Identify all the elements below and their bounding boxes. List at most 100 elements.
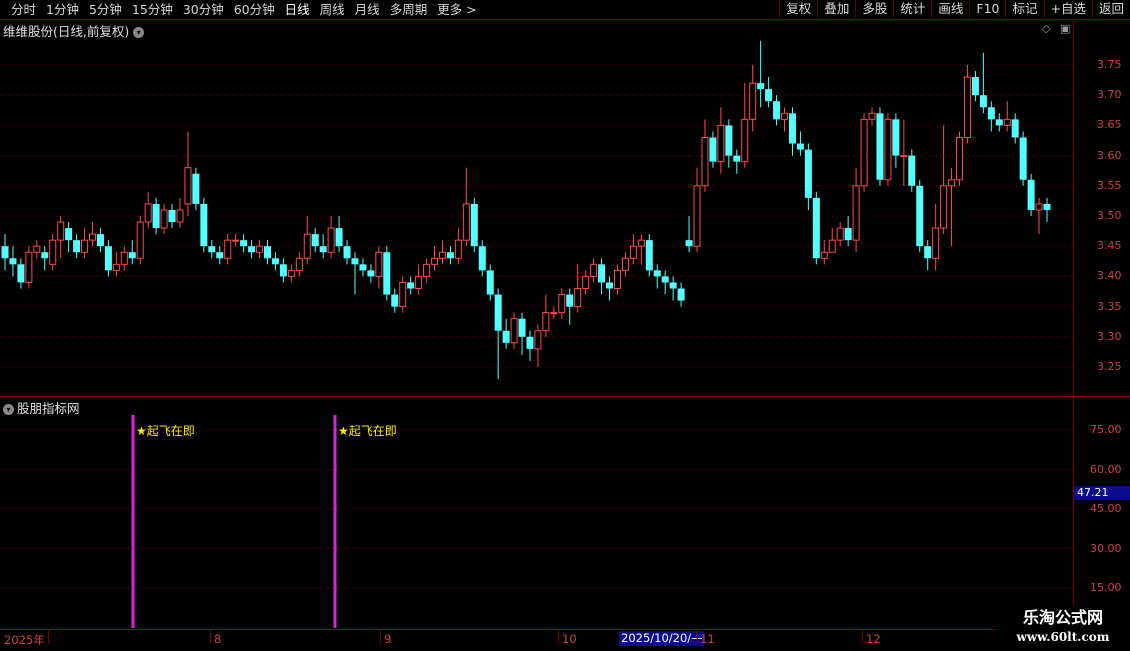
price-tick-label: 3.25 [1097,360,1122,373]
candle-body [963,76,971,138]
candle-body [613,269,621,289]
date-tick [862,630,863,644]
candle-body [25,251,33,283]
candle-body [279,264,287,277]
candle-body [693,185,701,247]
price-tick-label: 3.65 [1097,118,1122,132]
candle-body [932,227,940,259]
indicator-tick-label: 30.00 [1090,541,1122,555]
candle-body [900,155,908,158]
candle-body [820,251,828,259]
price-tick-label: 3.40 [1097,269,1122,283]
candle-body [876,113,884,180]
candle-body [534,330,542,350]
candle-body [884,118,892,181]
signal-bar [333,415,337,628]
price-tick-label: 3.70 [1097,88,1122,102]
candle-body [184,167,192,205]
candle-body [773,101,781,120]
candle-body [17,264,25,283]
indicator-tick-label: 75.00 [1090,423,1122,436]
candle-body [574,287,582,308]
candle-body [741,118,749,163]
candle-body [908,155,916,186]
candle-body [948,179,956,187]
candle-body [470,203,478,247]
candle-body [335,228,343,247]
chevron-down-icon[interactable]: ▾ [3,404,14,415]
candle-body [852,185,860,241]
candle-body [606,282,614,289]
candle-body [144,203,152,223]
candle-body [88,233,96,241]
candle-body [65,228,73,241]
candle-body [351,258,359,265]
candle-body [248,246,256,253]
indicator-title: 股朋指标网 [17,401,80,416]
candle-body [637,239,645,247]
candle-body [375,251,383,277]
candle-body [995,119,1003,126]
date-label: 2025年 [4,633,45,647]
indicator-tick-label: 45.00 [1090,502,1122,515]
candle-body [781,112,789,120]
candle-body [796,143,804,150]
candle-body [621,257,629,271]
candle-body [104,246,112,271]
candle-body [1027,179,1035,210]
date-tick [558,630,559,644]
candle-body [263,246,271,259]
indicator-title-row: ▾ 股朋指标网 [3,398,80,417]
candle-body [494,294,502,331]
candle-body [566,294,574,307]
candle-body [128,252,136,259]
candle-body [956,136,964,181]
candle-body [916,185,924,247]
date-label: 12 [866,632,881,646]
indicator-tick-label: 60.00 [1090,462,1122,476]
candle-body [176,209,184,223]
date-tick [697,630,698,644]
candle-body [645,240,653,271]
candle-body [1019,137,1027,180]
candle-body [462,203,470,241]
candle-body [208,246,216,253]
price-axis-line [1073,20,1074,396]
date-tick [210,630,211,644]
candle-body [526,336,534,349]
date-label: 11 [700,632,715,646]
kline-chart[interactable] [0,0,1130,650]
candle-body [232,239,240,242]
date-tick [380,630,381,644]
candle-body [200,203,208,247]
candle-body [224,239,232,259]
candle-body [979,95,987,108]
candle-body [502,330,510,343]
candle-body [558,294,566,314]
candle-body [399,281,407,308]
date-tick [48,630,49,644]
panel-separator [0,396,1130,397]
candle-body [168,209,176,223]
candle-body [383,252,391,295]
candle-body [661,276,669,283]
signal-bar [131,415,135,628]
candle-body [868,112,876,120]
price-tick-label: 3.50 [1097,209,1122,222]
candle-body [749,82,757,120]
candle-body [685,240,693,247]
candle-body [57,221,65,241]
candle-body [828,239,836,253]
candle-body [271,258,279,265]
candle-body [327,227,335,253]
candle-body [287,269,295,277]
candle-body [788,113,796,144]
candle-body [892,119,900,156]
indicator-axis-line [1073,397,1074,629]
candle-body [757,83,765,90]
candle-body [804,149,812,198]
candle-body [256,245,264,253]
date-label: 10 [562,632,577,646]
candle-body [518,318,526,337]
candle-body [478,246,486,271]
